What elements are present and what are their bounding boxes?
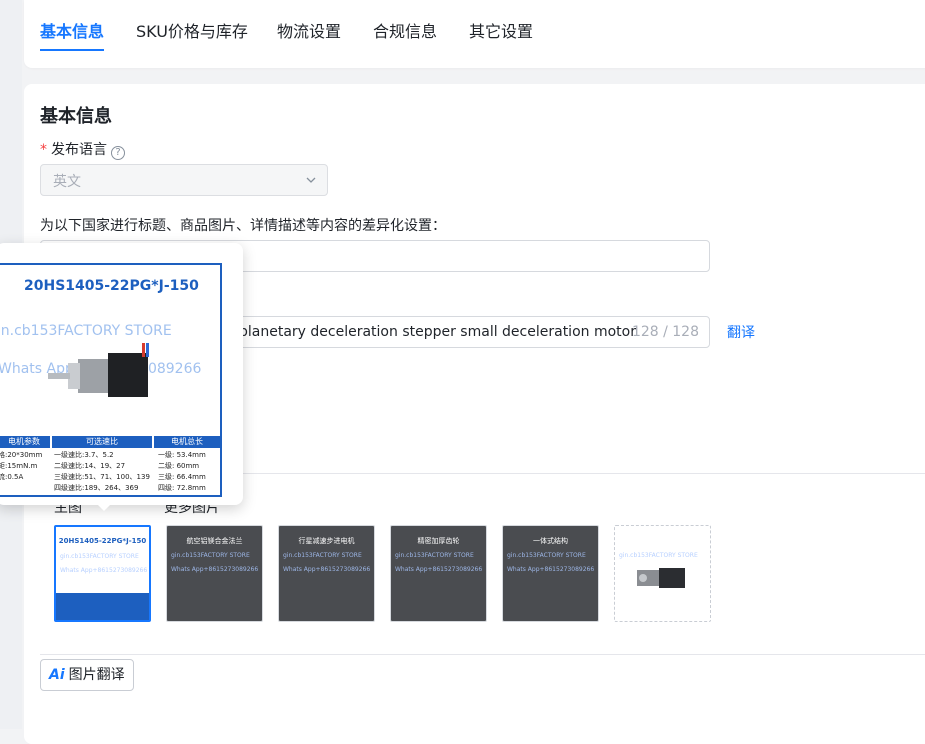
motor-image: [637, 568, 685, 588]
spec-cell: 一级: 53.4mm 二级: 60mm 三级: 66.4mm 四级: 72.8m…: [158, 451, 206, 492]
language-label-text: 发布语言: [51, 142, 107, 158]
image-translate-label: 图片翻译: [68, 667, 125, 683]
language-select[interactable]: 英文: [40, 164, 328, 196]
watermark-store: gin.cb153FACTORY STORE: [283, 552, 362, 559]
watermark-store: gin.cb153FACTORY STORE: [171, 552, 250, 559]
image-thumbnail[interactable]: 20HS1405-22PG*J-150 gin.cb153FACTORY STO…: [54, 525, 151, 622]
section-title: 基本信息: [40, 106, 112, 127]
spec-cell: 格:20*30mm 矩:15mN.m 流:0.5A: [0, 451, 43, 481]
differentiation-label: 为以下国家进行标题、商品图片、详情描述等内容的差异化设置：: [40, 218, 446, 234]
image-thumbnail[interactable]: 精密加厚齿轮 gin.cb153FACTORY STORE Whats App+…: [390, 525, 487, 622]
watermark-whatsapp: Whats App+8615273089266: [395, 566, 483, 573]
watermark-whatsapp: Whats App+8615273089266: [283, 566, 371, 573]
image-thumbnail[interactable]: 一体式结构 gin.cb153FACTORY STORE Whats App+8…: [502, 525, 599, 622]
title-input-value: planetary deceleration stepper small dec…: [239, 324, 639, 340]
language-label: * 发布语言?: [40, 139, 125, 160]
watermark-store: gin.cb153FACTORY STORE: [60, 553, 139, 560]
spec-table: 电机参数 可选速比 电机总长 格:20*30mm 矩:15mN.m 流:0.5A…: [0, 436, 220, 495]
image-thumbnail[interactable]: 行星减速步进电机 gin.cb153FACTORY STORE Whats Ap…: [278, 525, 375, 622]
spec-cell: 一级速比:3.7、5.2 二级速比:14、19、27 三级速比:51、71、10…: [54, 451, 150, 492]
spec-header: 电机总长: [154, 436, 220, 448]
image-translate-button[interactable]: Ai 图片翻译: [40, 659, 134, 691]
watermark-store: gin.cb153FACTORY STORE: [507, 552, 586, 559]
tab-other-settings[interactable]: 其它设置: [469, 20, 533, 44]
tab-sku-price-stock[interactable]: SKU价格与库存: [136, 20, 248, 44]
image-thumbnail[interactable]: 航空铝镁合金法兰 gin.cb153FACTORY STORE Whats Ap…: [166, 525, 263, 622]
ai-icon: Ai: [49, 667, 65, 683]
motor-image: [48, 343, 149, 397]
thumbnail-caption: 精密加厚齿轮: [417, 537, 460, 545]
tab-basic-info[interactable]: 基本信息: [40, 20, 104, 44]
divider: [40, 654, 925, 655]
watermark-whatsapp: Whats App+8615273089266: [171, 566, 259, 573]
watermark-whatsapp: Whats App+8615273089266: [60, 567, 148, 574]
watermark-store: gin.cb153FACTORY STORE: [0, 323, 172, 339]
spec-header: 电机参数: [0, 436, 50, 448]
translate-link[interactable]: 翻译: [727, 322, 755, 342]
watermark-whatsapp: Whats App+8615273089266: [507, 566, 595, 573]
spec-header: 可选速比: [52, 436, 152, 448]
active-tab-indicator: [40, 49, 104, 51]
question-circle-icon[interactable]: ?: [111, 146, 125, 160]
tab-bar: 基本信息 SKU价格与库存 物流设置 合规信息 其它设置: [24, 0, 925, 68]
tab-logistics[interactable]: 物流设置: [277, 20, 341, 44]
chevron-down-icon: [306, 177, 316, 183]
language-select-value: 英文: [53, 174, 81, 190]
spec-table-strip: [56, 593, 149, 620]
thumbnail-caption: 行星减速步进电机: [298, 537, 355, 545]
watermark-store: gin.cb153FACTORY STORE: [395, 552, 474, 559]
tab-compliance[interactable]: 合规信息: [373, 20, 437, 44]
required-mark: *: [40, 142, 47, 158]
thumbnail-caption: 20HS1405-22PG*J-150: [58, 537, 147, 545]
product-image-preview: 20HS1405-22PG*J-150 gin.cb153FACTORY STO…: [0, 263, 222, 497]
image-thumbnail[interactable]: gin.cb153FACTORY STORE: [614, 525, 711, 622]
popup-arrow: [96, 503, 112, 511]
title-char-counter: 128 / 128: [631, 324, 699, 340]
thumbnail-caption: 航空铝镁合金法兰: [186, 537, 243, 545]
watermark-store: gin.cb153FACTORY STORE: [619, 552, 698, 559]
thumbnail-caption: 一体式结构: [533, 537, 568, 545]
preview-title: 20HS1405-22PG*J-150: [24, 278, 199, 294]
